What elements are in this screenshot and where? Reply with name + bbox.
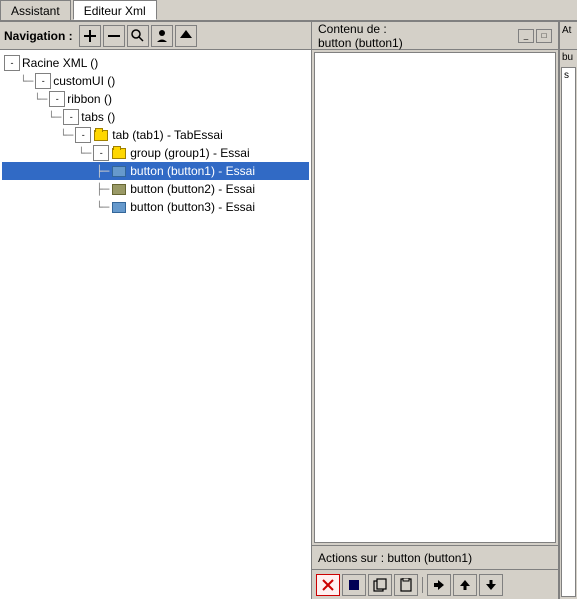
connector-group1: └─: [78, 147, 91, 160]
connector-ribbon: └─: [34, 93, 47, 106]
node-label-button2: button (button2) - Essai: [130, 182, 255, 196]
up-arrow-icon: [458, 578, 472, 592]
connector-button3: └─: [96, 201, 109, 214]
minimize-button[interactable]: _: [518, 29, 534, 43]
tab-bar: Assistant Editeur Xml: [0, 0, 577, 22]
node-label-button1: button (button1) - Essai: [130, 164, 255, 178]
node-label-racine: Racine XML (): [22, 56, 98, 70]
button-icon-button1: [111, 163, 127, 179]
action-stop-button[interactable]: [342, 574, 366, 596]
tree-item-tabs[interactable]: └─ - tabs (): [2, 108, 309, 126]
minus-icon: [106, 28, 122, 44]
connector-button2: ├─: [96, 183, 109, 196]
tree-item-ribbon[interactable]: └─ - ribbon (): [2, 90, 309, 108]
tree-item-tab1[interactable]: └─ - tab (tab1) - TabEssai: [2, 126, 309, 144]
far-right-header: At: [560, 22, 577, 50]
far-right-at: At: [560, 23, 573, 38]
filter-button[interactable]: [151, 25, 173, 47]
expand-icon-tab1[interactable]: -: [75, 127, 91, 143]
action-copy-button[interactable]: [368, 574, 392, 596]
tree-item-button1[interactable]: ├─ button (button1) - Essai: [2, 162, 309, 180]
delete-button[interactable]: [103, 25, 125, 47]
folder-icon-tab1: [93, 127, 109, 143]
up-icon: [178, 28, 194, 44]
node-label-tab1: tab (tab1) - TabEssai: [112, 128, 223, 142]
stop-icon: [347, 578, 361, 592]
main-layout: Navigation :: [0, 22, 577, 599]
far-right-bu: bu: [560, 50, 577, 65]
content-area: [314, 52, 556, 543]
down-arrow-icon: [484, 578, 498, 592]
node-label-ribbon: ribbon (): [67, 92, 112, 106]
connector-tabs: └─: [48, 111, 61, 124]
connector-tab1: └─: [60, 129, 73, 142]
expand-icon-customui[interactable]: -: [35, 73, 51, 89]
expand-icon-tabs[interactable]: -: [63, 109, 79, 125]
search-button[interactable]: [127, 25, 149, 47]
action-paste-button[interactable]: [394, 574, 418, 596]
node-label-button3: button (button3) - Essai: [130, 200, 255, 214]
far-right-panel: At bu s: [559, 22, 577, 599]
add-button[interactable]: [79, 25, 101, 47]
nav-label: Navigation :: [4, 29, 73, 43]
button-icon-button2: [111, 181, 127, 197]
tree-item-racine[interactable]: - Racine XML (): [2, 54, 309, 72]
connector-button1: ├─: [96, 165, 109, 178]
tree-item-group1[interactable]: └─ - group (group1) - Essai: [2, 144, 309, 162]
tree-item-customui[interactable]: └─ - customUI (): [2, 72, 309, 90]
far-right-s: s: [562, 68, 575, 83]
action-buttons-bar: [312, 569, 558, 599]
content-header: Contenu de : button (button1) _ □: [312, 22, 558, 50]
folder-icon-group1: [111, 145, 127, 161]
far-right-content: s: [561, 67, 576, 597]
tab-editeur-xml[interactable]: Editeur Xml: [73, 0, 157, 20]
content-sub-header: button (button1): [318, 36, 403, 50]
node-label-tabs: tabs (): [81, 110, 115, 124]
tree-area: - Racine XML () └─ - customUI () └─ - ri…: [0, 50, 311, 599]
expand-icon-racine[interactable]: -: [4, 55, 20, 71]
back-icon: [432, 578, 446, 592]
tree-item-button2[interactable]: ├─ button (button2) - Essai: [2, 180, 309, 198]
delete-red-icon: [321, 578, 335, 592]
expand-icon-group1[interactable]: -: [93, 145, 109, 161]
tab-assistant[interactable]: Assistant: [0, 0, 71, 20]
button-icon-button3: [111, 199, 127, 215]
actions-label: Actions sur : button (button1): [318, 551, 472, 565]
action-up-button[interactable]: [453, 574, 477, 596]
right-panel: Contenu de : button (button1) _ □ Action…: [312, 22, 559, 599]
paste-icon: [399, 578, 413, 592]
nav-toolbar: Navigation :: [0, 22, 311, 50]
separator1: [422, 577, 423, 593]
content-header-title: Contenu de :: [318, 22, 403, 36]
node-label-group1: group (group1) - Essai: [130, 146, 249, 160]
add-icon: [82, 28, 98, 44]
maximize-button[interactable]: □: [536, 29, 552, 43]
action-back-button[interactable]: [427, 574, 451, 596]
tree-item-button3[interactable]: └─ button (button3) - Essai: [2, 198, 309, 216]
expand-icon-ribbon[interactable]: -: [49, 91, 65, 107]
action-delete-button[interactable]: [316, 574, 340, 596]
connector-customui: └─: [20, 75, 33, 88]
node-label-customui: customUI (): [53, 74, 115, 88]
search-icon: [130, 28, 146, 44]
action-down-button[interactable]: [479, 574, 503, 596]
copy-icon: [373, 578, 387, 592]
person-icon: [154, 28, 170, 44]
left-panel: Navigation :: [0, 22, 312, 599]
actions-bar: Actions sur : button (button1): [312, 545, 558, 569]
up-button[interactable]: [175, 25, 197, 47]
